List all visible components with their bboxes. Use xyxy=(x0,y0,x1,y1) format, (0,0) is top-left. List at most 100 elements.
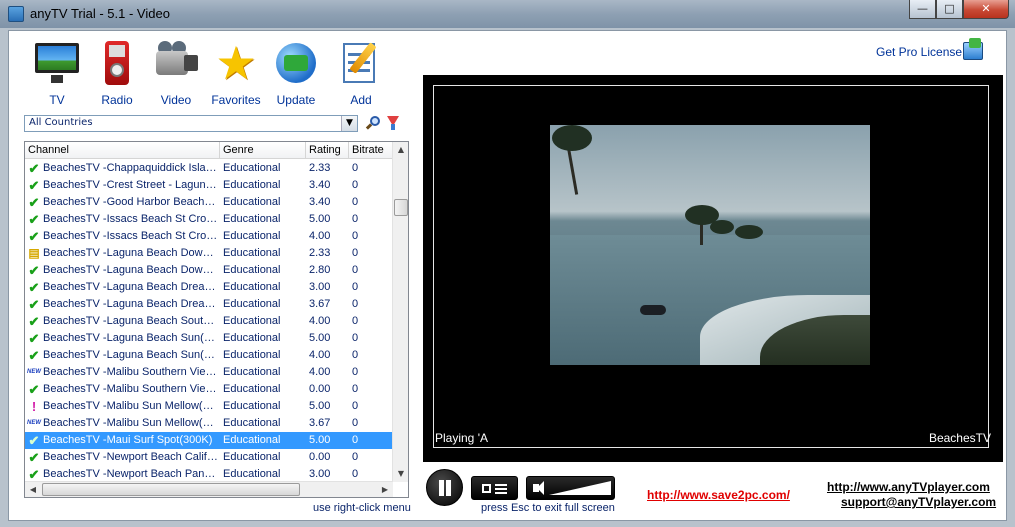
channel-name: BeachesTV -Good Harbor Beach(… xyxy=(43,196,218,208)
video-frame[interactable] xyxy=(550,125,870,365)
camcorder-icon xyxy=(152,39,200,87)
column-header-genre[interactable]: Genre xyxy=(220,142,306,159)
globe-update-icon xyxy=(272,39,320,87)
channel-name: BeachesTV -Issacs Beach St Croi… xyxy=(43,213,218,225)
cell-bitrate: 0 xyxy=(352,179,359,191)
table-row[interactable]: ✔ BeachesTV -Laguna Beach Sun(1… Education… xyxy=(25,330,393,347)
get-pro-license-link[interactable]: Get Pro License xyxy=(876,45,962,59)
tv-button[interactable]: TV xyxy=(27,39,87,107)
pro-license-icon[interactable] xyxy=(961,38,985,64)
channel-name: BeachesTV -Laguna Beach South… xyxy=(43,315,218,327)
app-icon[interactable] xyxy=(8,6,24,22)
cell-rating: 2.33 xyxy=(309,162,331,174)
cell-genre: Educational xyxy=(223,332,281,344)
table-row[interactable]: ✔ BeachesTV -Laguna Beach Sun(3… Education… xyxy=(25,347,393,364)
maximize-button[interactable]: □ xyxy=(936,0,963,19)
cell-genre: Educational xyxy=(223,213,281,225)
cell-bitrate: 0 xyxy=(352,230,359,242)
status-check-icon: ✔ xyxy=(28,280,40,295)
support-email-link[interactable]: support@anyTVplayer.com xyxy=(841,495,996,509)
status-check-icon: ✔ xyxy=(28,161,40,176)
channel-name: BeachesTV -Laguna Beach Downt… xyxy=(43,247,218,259)
table-row[interactable]: ✔ BeachesTV -Malibu Southern Vie… Educatio… xyxy=(25,381,393,398)
radio-button[interactable]: Radio xyxy=(87,39,147,107)
channel-name: BeachesTV -Laguna Beach Sun(3… xyxy=(43,349,218,361)
scroll-thumb[interactable] xyxy=(394,199,408,216)
status-check-icon: ✔ xyxy=(28,450,40,465)
save2pc-link[interactable]: http://www.save2pc.com/ xyxy=(647,488,790,502)
table-row[interactable]: ✔ BeachesTV -Issacs Beach St Croi… Educati… xyxy=(25,228,393,245)
country-select[interactable]: All Countries ▼ xyxy=(24,115,358,132)
cell-bitrate: 0 xyxy=(352,264,359,276)
cell-rating: 4.00 xyxy=(309,315,331,327)
vertical-scrollbar[interactable]: ▲ ▼ xyxy=(392,142,408,482)
table-row[interactable]: ! BeachesTV -Malibu Sun Mellow(1… Educatio… xyxy=(25,398,393,415)
update-button[interactable]: Update xyxy=(266,39,326,107)
cell-genre: Educational xyxy=(223,264,281,276)
edit-document-icon xyxy=(337,39,385,87)
minimize-button[interactable]: — xyxy=(909,0,936,19)
table-row[interactable]: NEW BeachesTV -Malibu Southern Vie… Educat… xyxy=(25,364,393,381)
table-row[interactable]: ✔ BeachesTV -Maui Surf Spot(300K) Educatio… xyxy=(25,432,393,449)
main-window: TV Radio Video ★ Favorites Update Add Ge… xyxy=(8,30,1007,521)
table-row[interactable]: ✔ BeachesTV -Chappaquiddick Islan… Educati… xyxy=(25,160,393,177)
table-row[interactable]: ✔ BeachesTV -Laguna Beach Downt… Education… xyxy=(25,262,393,279)
table-row[interactable]: ✔ BeachesTV -Laguna Beach South… Education… xyxy=(25,313,393,330)
cell-bitrate: 0 xyxy=(352,315,359,327)
scroll-right-icon[interactable]: ▶ xyxy=(377,482,393,497)
channel-name: BeachesTV -Laguna Beach Dream… xyxy=(43,298,218,310)
status-check-icon: ✔ xyxy=(28,297,40,312)
close-button[interactable]: ✕ xyxy=(963,0,1009,19)
cell-channel: ▤ BeachesTV -Laguna Beach Downt… xyxy=(25,245,220,262)
cell-bitrate: 0 xyxy=(352,247,359,259)
cell-genre: Educational xyxy=(223,349,281,361)
view-mode-button[interactable] xyxy=(471,476,518,500)
cell-genre: Educational xyxy=(223,434,281,446)
table-row[interactable]: ✔ BeachesTV -Issacs Beach St Croi… Educati… xyxy=(25,211,393,228)
cell-bitrate: 0 xyxy=(352,417,359,429)
channel-name: BeachesTV -Laguna Beach Sun(1… xyxy=(43,332,218,344)
title-bar: anyTV Trial - 5.1 - Video — □ ✕ xyxy=(0,0,1015,28)
video-player[interactable]: Playing 'A BeachesTV xyxy=(423,75,1003,462)
volume-slider[interactable] xyxy=(549,481,611,495)
cell-bitrate: 0 xyxy=(352,196,359,208)
channel-table[interactable]: Channel Genre Rating Bitrate ✔ BeachesTV … xyxy=(24,141,409,498)
search-icon[interactable] xyxy=(365,115,381,131)
cell-genre: Educational xyxy=(223,417,281,429)
pause-button[interactable] xyxy=(426,469,463,506)
website-link[interactable]: http://www.anyTVplayer.com xyxy=(827,480,990,494)
add-button[interactable]: Add xyxy=(331,39,391,107)
scroll-up-icon[interactable]: ▲ xyxy=(393,142,408,158)
table-row[interactable]: NEW BeachesTV -Malibu Sun Mellow(3… Educat… xyxy=(25,415,393,432)
video-button[interactable]: Video xyxy=(146,39,206,107)
cell-channel: ✔ BeachesTV -Maui Surf Spot(300K) xyxy=(25,432,220,449)
table-row[interactable]: ✔ BeachesTV -Crest Street - Lagun… Educati… xyxy=(25,177,393,194)
cell-rating: 2.80 xyxy=(309,264,331,276)
horizontal-scroll-thumb[interactable] xyxy=(42,483,300,496)
table-row[interactable]: ✔ BeachesTV -Laguna Beach Dream… Education… xyxy=(25,279,393,296)
scroll-left-icon[interactable]: ◀ xyxy=(25,482,41,497)
column-header-rating[interactable]: Rating xyxy=(306,142,349,159)
table-row[interactable]: ▤ BeachesTV -Laguna Beach Downt… Education… xyxy=(25,245,393,262)
column-header-bitrate[interactable]: Bitrate xyxy=(349,142,393,159)
cell-channel: NEW BeachesTV -Malibu Southern Vie… xyxy=(25,364,220,381)
status-check-icon: ✔ xyxy=(28,433,40,448)
channel-name: BeachesTV -Issacs Beach St Croi… xyxy=(43,230,218,242)
filter-icon[interactable] xyxy=(386,115,400,131)
cell-rating: 3.67 xyxy=(309,298,331,310)
table-row[interactable]: ✔ BeachesTV -Newport Beach Calif… Educatio… xyxy=(25,449,393,466)
table-header: Channel Genre Rating Bitrate xyxy=(25,142,393,159)
table-row[interactable]: ✔ BeachesTV -Laguna Beach Dream… Education… xyxy=(25,296,393,313)
status-new-icon: NEW xyxy=(27,369,41,375)
scroll-down-icon[interactable]: ▼ xyxy=(393,466,408,482)
cell-bitrate: 0 xyxy=(352,281,359,293)
cell-bitrate: 0 xyxy=(352,298,359,310)
favorites-button[interactable]: ★ Favorites xyxy=(206,39,266,107)
horizontal-scrollbar[interactable]: ◀ ▶ xyxy=(25,481,393,497)
cell-rating: 5.00 xyxy=(309,434,331,446)
volume-control[interactable] xyxy=(526,476,615,500)
fullscreen-hint: press Esc to exit full screen xyxy=(481,502,615,514)
chevron-down-icon[interactable]: ▼ xyxy=(341,116,357,131)
column-header-channel[interactable]: Channel xyxy=(25,142,220,159)
table-row[interactable]: ✔ BeachesTV -Good Harbor Beach(… Education… xyxy=(25,194,393,211)
